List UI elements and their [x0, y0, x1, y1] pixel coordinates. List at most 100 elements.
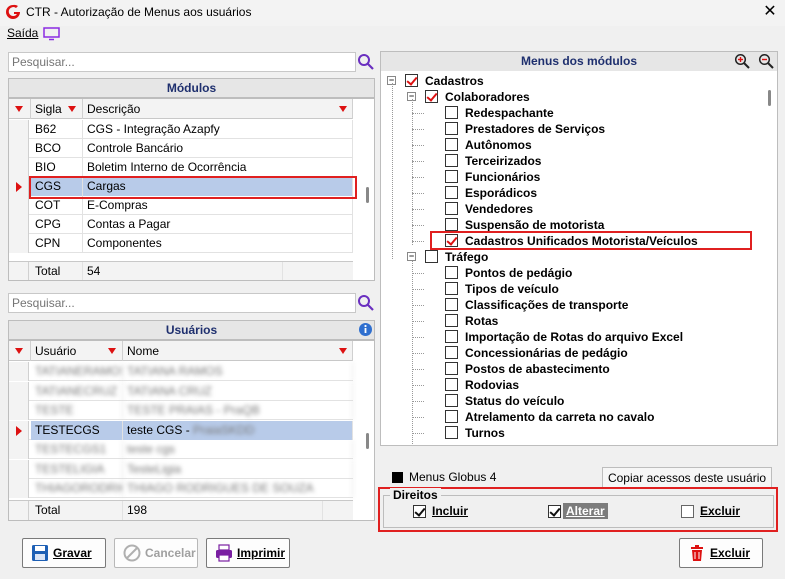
- table-row[interactable]: TATIANECRUZ TATIANA CRUZ: [9, 381, 353, 401]
- menus-tree-scrollbar[interactable]: [766, 71, 774, 444]
- filter-icon[interactable]: [68, 106, 76, 112]
- menu-checkbox[interactable]: [445, 346, 458, 359]
- tree-item[interactable]: Postos de abastecimento: [381, 361, 761, 377]
- incluir-label[interactable]: Incluir: [432, 504, 468, 518]
- users-scrollbar[interactable]: [364, 341, 372, 520]
- menu-checkbox[interactable]: [445, 314, 458, 327]
- menu-checkbox[interactable]: [445, 170, 458, 183]
- tree-item[interactable]: Vendedores: [381, 201, 761, 217]
- cell-sigla: BCO: [31, 139, 83, 158]
- menu-checkbox[interactable]: [445, 202, 458, 215]
- floppy-disk-icon: [32, 545, 48, 561]
- monitor-icon[interactable]: [43, 27, 60, 41]
- tree-item[interactable]: Tipos de veículo: [381, 281, 761, 297]
- tree-item[interactable]: Funcionários: [381, 169, 761, 185]
- table-row[interactable]: TATIANERAMOS TATIANA RAMOS: [9, 362, 353, 381]
- collapse-toggle-icon[interactable]: −: [407, 252, 416, 261]
- tree-item[interactable]: Status do veículo: [381, 393, 761, 409]
- table-row[interactable]: CPN Componentes: [9, 234, 353, 253]
- tree-item[interactable]: Concessionárias de pedágio: [381, 345, 761, 361]
- tree-item[interactable]: Classificações de transporte: [381, 297, 761, 313]
- excluir-label[interactable]: Excluir: [700, 504, 740, 518]
- tree-item[interactable]: Prestadores de Serviços: [381, 121, 761, 137]
- table-row[interactable]: THIAGORODRIGUESTHIAGO RODRIGUES DE SOUZA: [9, 479, 353, 498]
- users-search-input[interactable]: [9, 294, 355, 312]
- modules-scrollbar[interactable]: [364, 99, 372, 280]
- tree-item[interactable]: Rotas: [381, 313, 761, 329]
- menu-checkbox[interactable]: [445, 186, 458, 199]
- zoom-in-icon[interactable]: [734, 53, 750, 69]
- tree-connector: [412, 113, 424, 114]
- menu-checkbox[interactable]: [425, 250, 438, 263]
- search-icon[interactable]: [357, 294, 375, 312]
- modules-search-input[interactable]: [9, 53, 355, 71]
- close-button[interactable]: ✕: [760, 2, 780, 22]
- table-row[interactable]: TESTECGS teste CGS - PraiaSKDD: [9, 420, 353, 440]
- tree-item[interactable]: Autônomos: [381, 137, 761, 153]
- tree-connector: [412, 261, 413, 445]
- scrollbar-thumb[interactable]: [768, 90, 771, 106]
- table-row[interactable]: BCO Controle Bancário: [9, 139, 353, 158]
- incluir-checkbox[interactable]: [413, 505, 426, 518]
- tree-item[interactable]: Pontos de pedágio: [381, 265, 761, 281]
- column-usuario[interactable]: Usuário: [31, 341, 123, 361]
- column-descricao[interactable]: Descrição: [83, 99, 353, 119]
- table-row[interactable]: TESTELIGIA TesteLigia: [9, 459, 353, 479]
- table-row[interactable]: B62 CGS - Integração Azapfy: [9, 120, 353, 139]
- delete-button[interactable]: Excluir: [679, 538, 763, 568]
- tree-connector: [392, 83, 393, 259]
- tree-item[interactable]: Turnos: [381, 425, 761, 441]
- menu-checkbox[interactable]: [425, 90, 438, 103]
- menu-checkbox[interactable]: [445, 138, 458, 151]
- table-row[interactable]: BIO Boletim Interno de Ocorrência: [9, 158, 353, 177]
- filter-icon[interactable]: [339, 106, 347, 112]
- filter-icon[interactable]: [108, 348, 116, 354]
- row-indicator: [9, 479, 29, 498]
- modules-search-field[interactable]: [8, 52, 356, 72]
- menu-checkbox[interactable]: [445, 426, 458, 439]
- table-row[interactable]: TESTE TESTE PRAIAS - PraQB: [9, 401, 353, 420]
- info-icon[interactable]: [358, 322, 373, 337]
- tree-item[interactable]: − Cadastros: [381, 73, 761, 89]
- excluir-checkbox[interactable]: [681, 505, 694, 518]
- tree-item[interactable]: Importação de Rotas do arquivo Excel: [381, 329, 761, 345]
- scrollbar-thumb[interactable]: [366, 433, 369, 449]
- menu-checkbox[interactable]: [445, 362, 458, 375]
- menu-checkbox[interactable]: [445, 282, 458, 295]
- filter-icon[interactable]: [339, 348, 347, 354]
- menu-checkbox[interactable]: [445, 330, 458, 343]
- tree-item[interactable]: Redespachante: [381, 105, 761, 121]
- tree-item[interactable]: Rodovias: [381, 377, 761, 393]
- menu-checkbox[interactable]: [405, 74, 418, 87]
- menu-exit[interactable]: Saída: [7, 26, 38, 40]
- save-button[interactable]: Gravar: [22, 538, 106, 568]
- alterar-checkbox[interactable]: [548, 505, 561, 518]
- sort-indicator-icon: [15, 106, 23, 112]
- column-sigla[interactable]: Sigla: [31, 99, 83, 119]
- menu-checkbox[interactable]: [445, 106, 458, 119]
- column-nome[interactable]: Nome: [123, 341, 353, 361]
- table-row[interactable]: CPG Contas a Pagar: [9, 215, 353, 234]
- menu-checkbox[interactable]: [445, 218, 458, 231]
- menu-checkbox[interactable]: [445, 154, 458, 167]
- menu-checkbox[interactable]: [445, 378, 458, 391]
- zoom-out-icon[interactable]: [758, 53, 774, 69]
- tree-item[interactable]: Terceirizados: [381, 153, 761, 169]
- search-icon[interactable]: [357, 53, 375, 71]
- menu-checkbox[interactable]: [445, 394, 458, 407]
- copy-access-button[interactable]: Copiar acessos deste usuário: [602, 467, 772, 489]
- alterar-label[interactable]: Alterar: [563, 503, 608, 519]
- menu-checkbox[interactable]: [445, 298, 458, 311]
- tree-item[interactable]: − Colaboradores: [381, 89, 761, 105]
- menu-checkbox[interactable]: [445, 122, 458, 135]
- menu-checkbox[interactable]: [445, 266, 458, 279]
- tree-item[interactable]: Atrelamento da carreta no cavalo: [381, 409, 761, 425]
- print-button[interactable]: Imprimir: [206, 538, 290, 568]
- users-search-field[interactable]: [8, 293, 356, 313]
- table-row[interactable]: TESTECGS1 teste cgs: [9, 440, 353, 459]
- menu-checkbox[interactable]: [445, 410, 458, 423]
- tree-item[interactable]: Esporádicos: [381, 185, 761, 201]
- tree-item[interactable]: − Tráfego: [381, 249, 761, 265]
- cancel-button[interactable]: Cancelar: [114, 538, 198, 568]
- scrollbar-thumb[interactable]: [366, 187, 369, 203]
